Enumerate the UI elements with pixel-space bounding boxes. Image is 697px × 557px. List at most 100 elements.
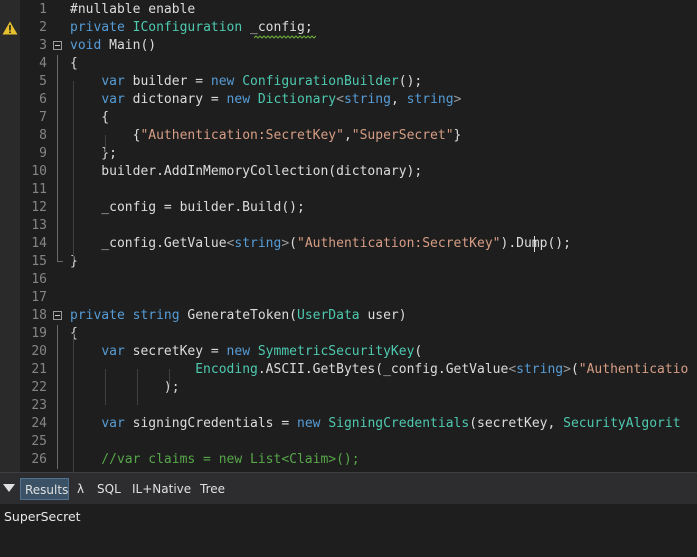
warning-icon[interactable] (2, 21, 18, 35)
code-text[interactable]: void Main() (70, 37, 156, 55)
code-text[interactable]: builder.AddInMemoryCollection(dictonary)… (70, 163, 422, 181)
code-line[interactable]: 1 #nullable enable (0, 1, 697, 19)
code-text[interactable]: { (70, 55, 78, 73)
code-text[interactable]: var builder = new ConfigurationBuilder()… (70, 73, 422, 91)
code-token: Dictionary (257, 92, 337, 107)
output-text: SuperSecret (4, 509, 81, 524)
fold-line (57, 235, 58, 253)
code-line[interactable]: 16 (0, 271, 697, 289)
code-line[interactable]: 17 (0, 289, 697, 307)
tab-sql[interactable]: SQL (93, 478, 125, 500)
tab-results[interactable]: Results (20, 478, 69, 500)
line-number: 26 (31, 452, 47, 467)
code-line[interactable]: 4{ (0, 55, 697, 73)
code-token: _config.GetValue (70, 236, 227, 251)
code-token: new (210, 74, 243, 89)
line-number: 4 (39, 56, 47, 71)
code-token: ConfigurationBuilder (242, 74, 399, 89)
code-text[interactable]: Encoding.ASCII.GetBytes(_config.GetValue… (70, 361, 688, 379)
line-number: 2 (39, 20, 47, 35)
code-line[interactable]: 18 private string GenerateToken(UserData … (0, 307, 697, 325)
code-line[interactable]: 3 void Main() (0, 37, 697, 55)
line-number: 5 (39, 74, 47, 89)
tab-il-native[interactable]: IL+Native (128, 478, 191, 500)
code-token: SigningCredentials (328, 416, 470, 431)
line-number: 9 (39, 146, 47, 161)
line-number: 1 (39, 2, 47, 17)
code-line[interactable]: 5 var builder = new ConfigurationBuilder… (0, 73, 697, 91)
tab-lambda[interactable]: λ (73, 478, 89, 500)
code-text[interactable]: { (70, 109, 109, 127)
line-number: 20 (31, 344, 47, 359)
code-line[interactable]: 6 var dictonary = new Dictionary<string,… (0, 91, 697, 109)
code-token: //var claims = new List<Claim>(); (70, 452, 360, 467)
code-text[interactable]: ); (70, 379, 180, 397)
fold-line (57, 217, 58, 235)
line-number: 3 (39, 38, 47, 53)
code-text[interactable]: var signingCredentials = new SigningCred… (70, 415, 680, 433)
code-token: ( (289, 236, 297, 251)
line-number: 10 (31, 164, 47, 179)
line-number: 21 (31, 362, 47, 377)
code-text[interactable]: _config = builder.Build(); (70, 199, 305, 217)
code-token: signingCredentials = (132, 416, 297, 431)
fold-collapse-icon[interactable] (53, 41, 62, 50)
line-number: 13 (31, 218, 47, 233)
line-number: 6 (39, 92, 47, 107)
indent-guide (105, 369, 106, 405)
code-token: IConfiguration (132, 20, 243, 35)
code-token: #nullable enable (70, 2, 196, 17)
indent-guide (73, 333, 74, 472)
code-text[interactable]: _config.GetValue<string>("Authentication… (70, 235, 571, 253)
code-line[interactable]: 19{ (0, 325, 697, 343)
fold-line (57, 127, 58, 145)
code-line[interactable]: 2 private IConfiguration _config; (0, 19, 697, 37)
code-line[interactable]: 25 (0, 433, 697, 451)
code-line[interactable]: 7 { (0, 109, 697, 127)
indent-guide (137, 369, 138, 405)
code-token: new (226, 344, 258, 359)
line-number: 11 (31, 182, 47, 197)
code-token: secretKey = (132, 344, 227, 359)
code-text[interactable]: }; (70, 145, 117, 163)
fold-line (57, 109, 58, 127)
code-line[interactable]: 15} (0, 253, 697, 271)
code-token: "Authentication:SecretKey" (140, 128, 344, 143)
results-output: SuperSecret (0, 504, 697, 557)
code-token: > (453, 92, 462, 107)
code-token: Encoding (195, 362, 258, 377)
code-text[interactable]: #nullable enable (70, 1, 195, 19)
code-line[interactable]: 10 builder.AddInMemoryCollection(dictona… (0, 163, 697, 181)
code-text[interactable]: var dictonary = new Dictionary<string, s… (70, 91, 461, 109)
line-number: 15 (31, 254, 47, 269)
code-text[interactable]: var secretKey = new SymmetricSecurityKey… (70, 343, 422, 361)
code-token: _config = builder.Build(); (70, 200, 305, 215)
code-token: GenerateToken( (187, 308, 297, 323)
code-line[interactable]: 12 _config = builder.Build(); (0, 199, 697, 217)
line-number: 8 (39, 128, 47, 143)
code-line[interactable]: 26 //var claims = new List<Claim>(); (0, 451, 697, 469)
fold-end-marker (57, 253, 63, 262)
code-token: var (101, 74, 133, 89)
code-line[interactable]: 13 (0, 217, 697, 235)
code-line[interactable]: 20 var secretKey = new SymmetricSecurity… (0, 343, 697, 361)
code-text[interactable]: {"Authentication:SecretKey","SuperSecret… (70, 127, 462, 145)
line-number: 7 (39, 110, 47, 125)
code-editor[interactable]: 1 #nullable enable 2 private IConfiguration… (0, 0, 697, 472)
fold-collapse-icon[interactable] (53, 311, 62, 320)
fold-line (57, 433, 58, 451)
code-text[interactable]: private string GenerateToken(UserData us… (70, 307, 407, 325)
collapse-arrow-icon[interactable] (3, 484, 15, 492)
code-line[interactable]: 11 (0, 181, 697, 199)
code-line[interactable]: 14 _config.GetValue<string>("Authenticat… (0, 235, 697, 253)
line-number: 19 (31, 326, 47, 341)
tab-tree[interactable]: Tree (196, 478, 228, 500)
code-token: "Authenticatio (578, 362, 689, 377)
code-text[interactable]: //var claims = new List<Claim>(); (70, 451, 360, 469)
code-line[interactable]: 24 var signingCredentials = new SigningC… (0, 415, 697, 433)
code-token: void (70, 38, 110, 53)
code-token: var (101, 344, 133, 359)
code-token: , (343, 128, 352, 143)
code-token: SymmetricSecurityKey (257, 344, 415, 359)
